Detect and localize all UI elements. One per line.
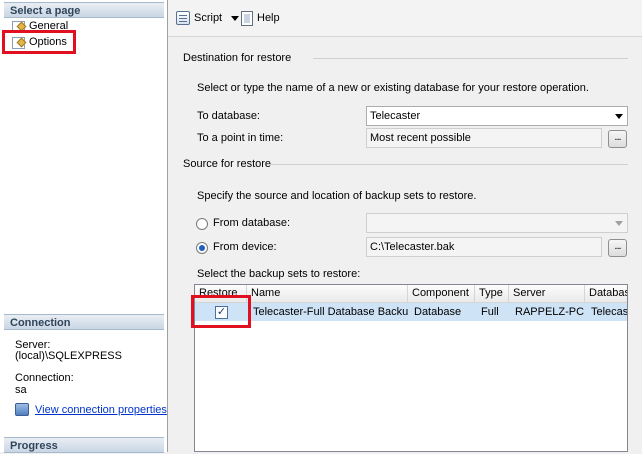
column-header-component[interactable]: Component	[408, 285, 475, 302]
point-in-time-value: Most recent possible	[370, 132, 471, 144]
row-type: Full	[481, 306, 499, 318]
to-database-label: To database:	[197, 110, 260, 122]
options-highlight-box	[2, 30, 76, 54]
from-device-browse-button[interactable]: ...	[608, 239, 627, 257]
destination-group-title: Destination for restore	[183, 52, 292, 64]
connection-header: Connection	[4, 314, 164, 330]
connection-properties-icon	[15, 403, 29, 416]
to-database-combobox[interactable]: Telecaster	[366, 106, 628, 126]
server-value: (local)\SQLEXPRESS	[15, 350, 122, 362]
help-label: Help	[257, 12, 280, 24]
column-header-type[interactable]: Type	[475, 285, 509, 302]
row-server: RAPPELZ-PC	[515, 306, 585, 318]
select-page-header: Select a page	[4, 2, 164, 18]
connection-value: sa	[15, 384, 27, 396]
from-database-radio[interactable]	[196, 218, 208, 230]
progress-header: Progress	[4, 437, 164, 453]
backup-sets-grid[interactable]: Restore Name Component Type Server Datab…	[194, 284, 628, 452]
toolbar: Script Help	[168, 0, 642, 37]
column-header-server[interactable]: Server	[509, 285, 585, 302]
view-connection-link[interactable]: View connection properties	[35, 404, 167, 416]
backup-sets-label: Select the backup sets to restore:	[197, 268, 361, 280]
from-device-value: C:\Telecaster.bak	[370, 241, 455, 253]
left-pane: Select a page General Options Connection…	[0, 0, 168, 453]
script-icon	[176, 11, 190, 25]
help-icon	[241, 10, 253, 26]
from-database-combobox	[366, 213, 628, 233]
group-divider	[313, 58, 628, 59]
help-button[interactable]: Help	[241, 10, 280, 26]
chevron-down-icon[interactable]	[231, 15, 240, 21]
source-group-title: Source for restore	[183, 158, 272, 170]
source-description: Specify the source and location of backu…	[197, 190, 477, 202]
row-component: Database	[414, 306, 462, 318]
script-button[interactable]: Script	[176, 10, 240, 26]
point-in-time-field: Most recent possible	[366, 128, 602, 148]
chevron-down-icon	[615, 221, 623, 226]
row-database: Telecast	[591, 306, 628, 318]
point-in-time-browse-button[interactable]: ...	[608, 130, 627, 148]
chevron-down-icon[interactable]	[615, 114, 623, 119]
destination-description: Select or type the name of a new or exis…	[197, 82, 589, 94]
point-in-time-label: To a point in time:	[197, 132, 284, 144]
connection-label: Connection:	[15, 372, 74, 384]
view-connection-properties[interactable]: View connection properties	[15, 403, 167, 416]
column-header-database[interactable]: Database	[585, 285, 627, 302]
grid-header: Restore Name Component Type Server Datab…	[195, 285, 627, 303]
group-divider	[267, 164, 628, 165]
from-device-label[interactable]: From device:	[213, 241, 277, 254]
script-label: Script	[194, 12, 223, 24]
row-name: Telecaster-Full Database Backup	[253, 306, 408, 318]
to-database-value: Telecaster	[370, 110, 421, 122]
restore-checkbox-highlight-box	[191, 295, 251, 328]
from-database-label[interactable]: From database:	[213, 217, 290, 230]
table-row[interactable]: ✓ Telecaster-Full Database Backup Databa…	[195, 303, 627, 321]
from-device-field: C:\Telecaster.bak	[366, 237, 602, 257]
column-header-name[interactable]: Name	[247, 285, 408, 302]
from-device-radio[interactable]	[196, 242, 208, 254]
